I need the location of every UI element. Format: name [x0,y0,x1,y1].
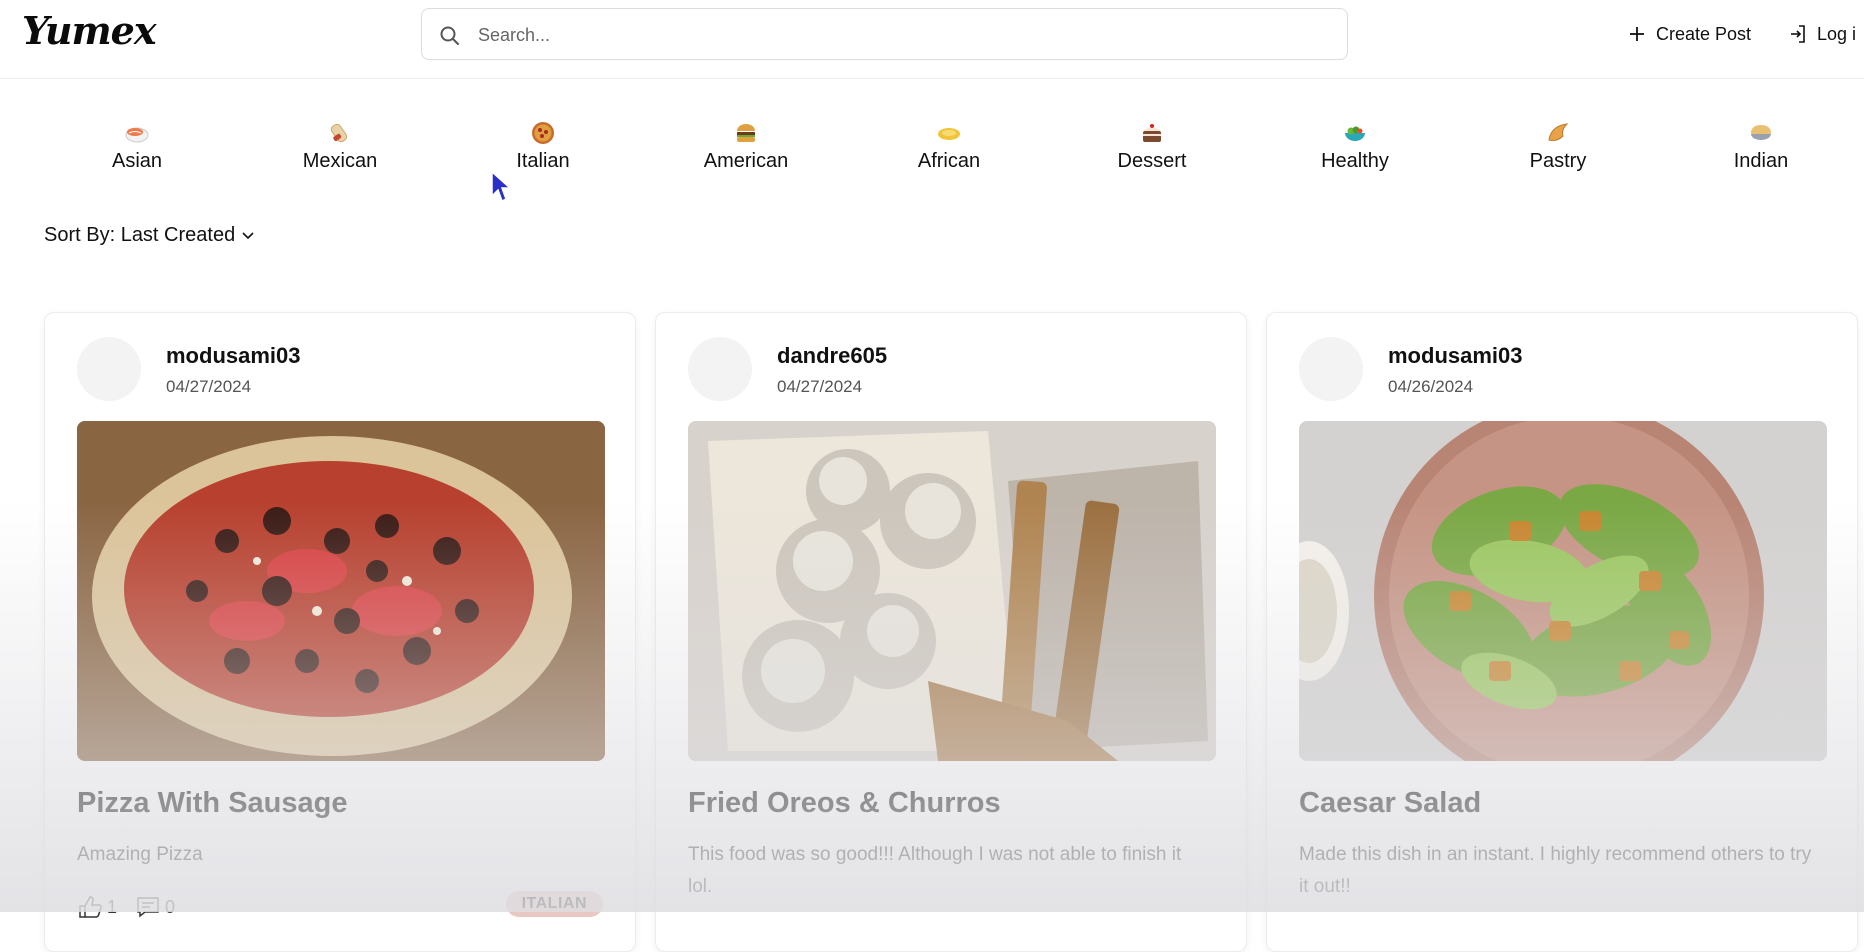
search-icon [440,26,459,45]
category-label: American [703,150,789,172]
category-label: Pastry [1529,150,1587,172]
sushi-icon [125,127,149,143]
app-logo[interactable]: Yumex [22,8,156,53]
pizza-icon [532,122,554,144]
category-label: Italian [516,150,570,172]
post-stats: 1 0 [77,895,193,919]
login-icon [1791,25,1805,43]
post-image[interactable] [77,421,605,761]
category-african[interactable]: African [859,120,1039,173]
post-title[interactable]: Fried Oreos & Churros [688,787,1001,820]
post-description: This food was so good!!! Although I was … [688,844,1182,897]
search-bar[interactable] [421,8,1348,60]
category-indian[interactable]: Indian [1671,120,1851,173]
post-date: 04/27/2024 [166,377,252,396]
comment-icon[interactable] [135,895,161,919]
post-title[interactable]: Caesar Salad [1299,787,1481,820]
post-card[interactable]: modusami03 04/27/2024 Pizza With Sausage… [44,312,636,952]
search-input[interactable] [476,19,1330,51]
category-italian[interactable]: Italian [453,120,633,173]
post-title[interactable]: Pizza With Sausage [77,787,347,820]
category-mexican[interactable]: Mexican [250,120,430,173]
category-dessert[interactable]: Dessert [1062,120,1242,173]
post-image[interactable] [688,421,1216,761]
category-pastry[interactable]: Pastry [1468,120,1648,173]
avatar[interactable] [688,337,752,401]
post-card[interactable]: modusami03 04/26/2024 Caesar Salad Made … [1266,312,1858,952]
post-card[interactable]: dandre605 04/27/2024 Fried Oreos & Churr… [655,312,1247,952]
like-count: 1 [107,896,118,917]
plus-icon [1630,27,1644,41]
curry-icon [1751,125,1771,140]
post-username[interactable]: dandre605 [777,343,887,369]
thumbs-up-icon[interactable] [77,895,103,919]
category-label: Dessert [1117,150,1187,172]
category-label: Healthy [1321,150,1389,172]
category-label: Indian [1733,150,1789,172]
post-username[interactable]: modusami03 [166,343,301,369]
croissant-icon [1548,123,1569,141]
post-date: 04/27/2024 [777,377,863,396]
create-post-button[interactable]: Create Post [1628,20,1751,48]
category-label: Asian [111,150,163,172]
login-button[interactable]: Log i [1789,20,1856,48]
category-bar: Asian Mexican Italian American African D… [0,110,1864,190]
category-american[interactable]: American [656,120,836,173]
category-label: African [917,150,981,172]
category-label: Mexican [302,150,378,172]
avatar[interactable] [1299,337,1363,401]
category-tag[interactable]: ITALIAN [505,891,603,917]
top-navbar: Yumex Create Post Log i [0,0,1864,79]
category-healthy[interactable]: Healthy [1265,120,1445,173]
avatar[interactable] [77,337,141,401]
mouse-cursor-icon [491,170,512,203]
post-date: 04/26/2024 [1388,377,1474,396]
sort-label: Sort By: Last Created [44,224,236,246]
cake-icon [1143,124,1161,142]
category-asian[interactable]: Asian [47,120,227,173]
flatbread-icon [938,128,960,140]
burrito-icon [330,123,348,143]
post-description: Amazing Pizza [77,844,203,865]
post-username[interactable]: modusami03 [1388,343,1523,369]
login-label: Log i [1817,23,1857,44]
sort-dropdown[interactable]: Sort By: Last Created [44,224,255,247]
salad-bowl-icon [1345,126,1365,141]
post-image[interactable] [1299,421,1827,761]
burger-icon [737,124,755,142]
create-post-label: Create Post [1656,23,1752,44]
chevron-down-icon [242,231,254,239]
post-description: Made this dish in an instant. I highly r… [1299,844,1812,897]
comment-count: 0 [165,896,176,917]
